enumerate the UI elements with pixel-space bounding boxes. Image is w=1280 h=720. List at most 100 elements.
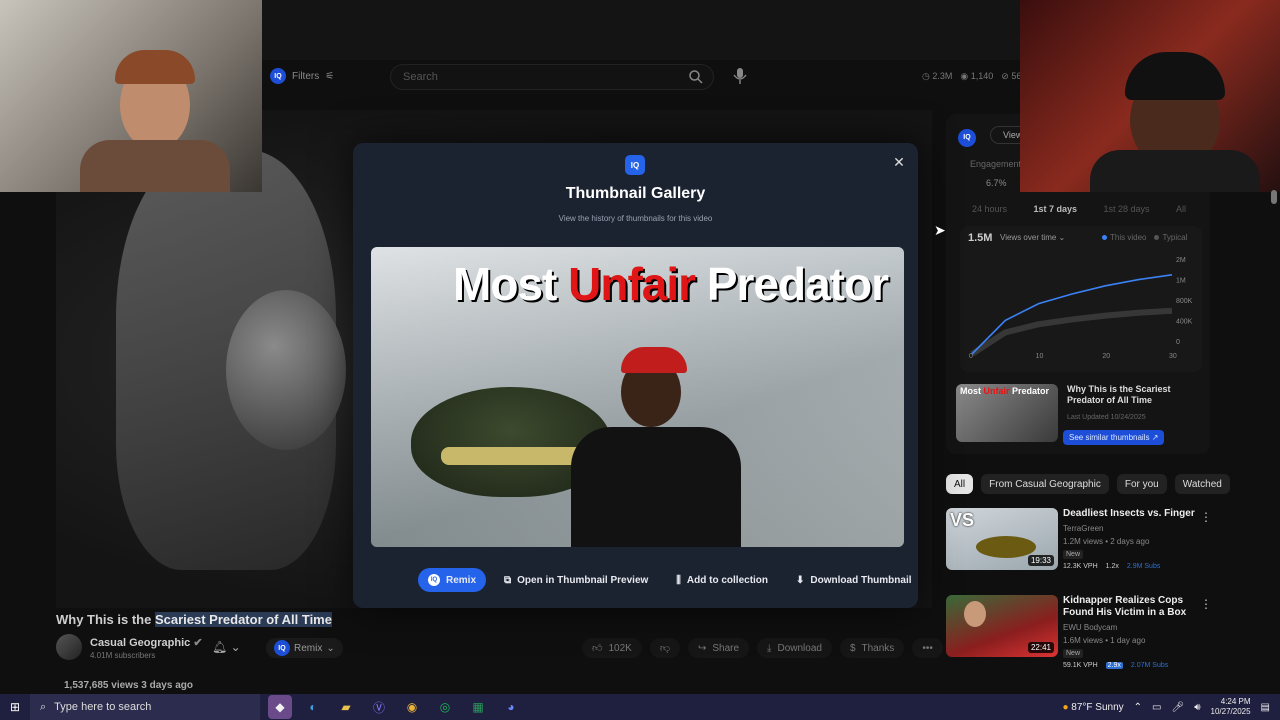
rec-title: Deadliest Insects vs. Finger [1063, 508, 1195, 519]
notification-icon[interactable]: ▤ [1261, 702, 1270, 713]
mic-tray-icon[interactable]: 🎤︎ [1171, 702, 1184, 713]
video-title: Why This is the Scariest Predator of All… [56, 612, 332, 627]
rec-meta: 1.6M views • 1 day ago [1063, 636, 1146, 645]
y-tick-label: 0 [1176, 339, 1180, 346]
beetle-shape [976, 536, 1036, 558]
bell-icon[interactable]: 🔔︎ ⌄ [212, 640, 241, 654]
metric-select[interactable]: Views over time ⌄ [1000, 233, 1065, 242]
add-to-collection-button[interactable]: ⫼ Add to collection [666, 568, 778, 592]
rec-meta: 1.2M views • 2 days ago [1063, 537, 1150, 546]
similar-thumbnail[interactable]: Most Unfair Predator [956, 384, 1058, 442]
windows-start-icon[interactable]: ⊞ [0, 694, 30, 720]
new-badge: New [1063, 649, 1084, 658]
list-item[interactable]: 22:41 Kidnapper Realizes Cops Found His … [946, 595, 1216, 669]
rec-thumbnail[interactable]: 22:41 [946, 595, 1058, 657]
clock[interactable]: 4:24 PM 10/27/2025 [1211, 697, 1251, 717]
modal-actions: IQ Remix ⧉ Open in Thumbnail Preview ⫼ Add … [418, 568, 922, 592]
modal-title: Thumbnail Gallery [565, 185, 706, 202]
scrollbar-thumb[interactable] [1271, 190, 1277, 204]
excel-icon[interactable]: ▦ [466, 695, 490, 719]
chart-legend: This video Typical [1102, 233, 1187, 242]
y-tick-label: 400K [1176, 319, 1193, 326]
channel-avatar[interactable] [56, 634, 82, 660]
channel-name[interactable]: Casual Geographic ✔ [90, 636, 203, 649]
engagement-label: Engagement [970, 159, 1022, 169]
series-line-1 [970, 307, 1173, 357]
download-thumbnail-button[interactable]: ⬇ Download Thumbnail [786, 568, 922, 592]
x-tick-label: 20 [1102, 353, 1110, 360]
streamer-body [80, 140, 230, 192]
chrome-icon[interactable]: ◉ [400, 695, 424, 719]
header-stats: ◷ 2.3M ◉ 1,140 ⊘ 56. [922, 71, 1024, 82]
search-input[interactable]: Search [390, 64, 714, 90]
folder-icon[interactable]: ▰ [334, 695, 358, 719]
chip-all[interactable]: All [946, 474, 974, 494]
close-icon[interactable]: ✕ [890, 153, 908, 171]
list-item[interactable]: VS 19:33 Deadliest Insects vs. Finger Te… [946, 508, 1216, 572]
more-actions-button[interactable]: ••• [912, 638, 943, 658]
download-icon: ⤓ [767, 642, 772, 654]
chip-for-you[interactable]: For you [1116, 474, 1167, 494]
spotify-icon[interactable]: ◎ [433, 695, 457, 719]
y-tick-label: 800K [1176, 298, 1193, 305]
app-icon-1[interactable]: ◆ [268, 695, 292, 719]
y-tick-label: 2M [1176, 257, 1186, 264]
search-icon[interactable] [688, 69, 704, 85]
filter-chips: All From Casual Geographic For you Watch… [946, 474, 1230, 494]
chip-watched[interactable]: Watched [1174, 474, 1230, 494]
dislike-button[interactable]: 👎︎ [649, 638, 680, 658]
video-title-highlight: Scariest Predator of All Time [154, 612, 332, 627]
rec-title: Kidnapper Realizes Cops Found His Victim… [1063, 595, 1187, 618]
filters-button[interactable]: IQ Filters ⚟ [270, 66, 334, 86]
new-badge: New [1063, 550, 1084, 559]
gallery-thumbnail[interactable]: Most Unfair Predator [371, 247, 904, 547]
search-icon: ⌕ [40, 700, 47, 713]
discord-icon[interactable]: ◕ [499, 695, 523, 719]
tab-first-7-days[interactable]: 1st 7 days [1033, 204, 1077, 214]
more-vert-icon[interactable]: ⋮ [1200, 597, 1212, 611]
iq-icon: IQ [274, 640, 290, 656]
rec-thumbnail[interactable]: VS 19:33 [946, 508, 1058, 570]
share-button[interactable]: ↪ Share [687, 638, 750, 658]
see-similar-button[interactable]: See similar thumbnails ↗ [1063, 430, 1165, 445]
like-button[interactable]: 👍︎ 102K [582, 638, 642, 658]
iq-icon: IQ [270, 68, 286, 84]
open-preview-button[interactable]: ⧉ Open in Thumbnail Preview [494, 568, 658, 592]
more-vert-icon[interactable]: ⋮ [1200, 510, 1212, 524]
duration-badge: 19:33 [1027, 555, 1054, 566]
rec-stats: 59.1K VPH 2.9x 2.07M Subs [1063, 662, 1169, 669]
analytics-tabs: 24 hours 1st 7 days 1st 28 days All [958, 204, 1200, 214]
taskbar-search[interactable]: ⌕ Type here to search [30, 694, 260, 720]
thumbs-down-icon: 👎︎ [659, 643, 670, 654]
duration-badge: 22:41 [1027, 642, 1054, 653]
rec-channel: EWU Bodycam [1063, 623, 1118, 632]
taskbar: ⊞ ⌕ Type here to search ◆ ◐ ▰ Ⓥ ◉ ◎ ▦ ◕ … [0, 694, 1280, 720]
microphone-icon[interactable] [732, 67, 750, 85]
volume-icon[interactable]: 🔊︎ [1194, 702, 1200, 713]
collection-icon: ⫼ [676, 574, 681, 586]
thanks-button[interactable]: $ Thanks [839, 638, 905, 658]
tab-24-hours[interactable]: 24 hours [972, 204, 1007, 214]
engagement-value: 6.7% [986, 178, 1007, 188]
system-tray: ● 87°F Sunny ⌃ ▭ 🎤︎ 🔊︎ 4:24 PM 10/27/202… [1062, 694, 1270, 720]
red-cap [621, 347, 687, 373]
modal-subtitle: View the history of thumbnails for this … [558, 214, 713, 223]
verified-icon: ✔ [193, 637, 203, 649]
network-icon[interactable]: ▭ [1152, 702, 1161, 713]
remix-button[interactable]: IQ Remix [418, 568, 487, 592]
tab-first-28-days[interactable]: 1st 28 days [1103, 204, 1149, 214]
sun-icon: ● [1062, 701, 1069, 713]
tray-chevron-icon[interactable]: ⌃ [1134, 702, 1142, 713]
thanks-icon: $ [849, 642, 856, 654]
person-body [571, 427, 741, 547]
edge-icon[interactable]: ◐ [301, 695, 325, 719]
tab-all[interactable]: All [1176, 204, 1186, 214]
remix-button-small[interactable]: IQ Remix ⌄ [266, 638, 343, 658]
download-button[interactable]: ⤓ Download [757, 638, 832, 658]
video-actions: 👍︎ 102K 👎︎ ↪ Share ⤓ Download $ Thanks ••• [582, 638, 943, 658]
weather-widget[interactable]: ● 87°F Sunny [1062, 702, 1123, 713]
webcam-left [0, 0, 262, 192]
vpn-icon[interactable]: Ⓥ [367, 695, 391, 719]
sliders-icon: ⚟ [325, 70, 335, 82]
chip-from-channel[interactable]: From Casual Geographic [981, 474, 1109, 494]
